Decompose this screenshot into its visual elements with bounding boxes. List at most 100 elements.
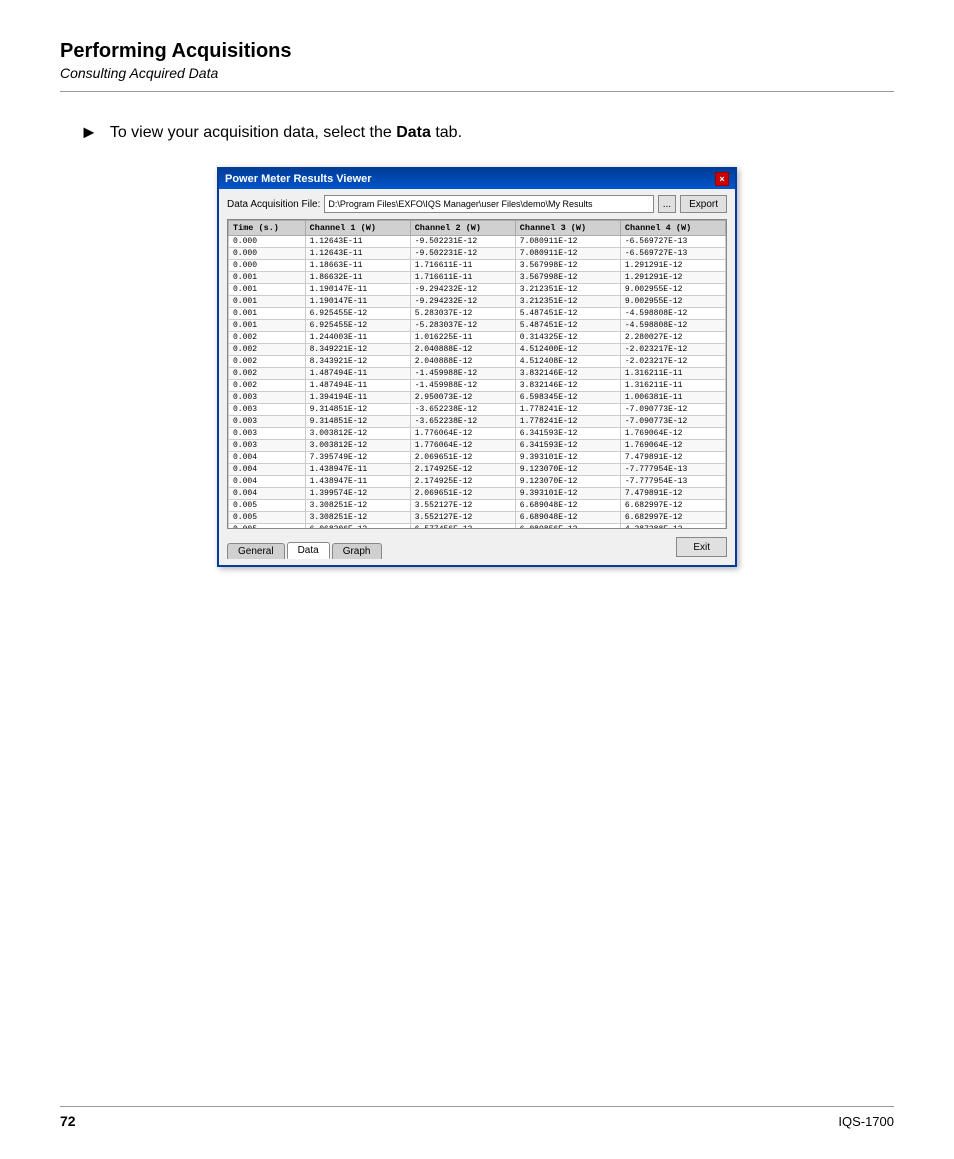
table-body: 0.0001.12643E-11-9.502231E-127.080911E-1… (229, 236, 726, 530)
table-cell: 3.212351E-12 (515, 296, 620, 308)
table-cell: 6.089856E-12 (515, 524, 620, 530)
table-row: 0.0028.349221E-122.040888E-124.512400E-1… (229, 344, 726, 356)
table-cell: 6.925455E-12 (305, 308, 410, 320)
table-cell: 6.689048E-12 (515, 512, 620, 524)
table-cell: -7.777954E-13 (620, 464, 725, 476)
table-cell: -3.652238E-12 (410, 404, 515, 416)
page-header: Performing Acquisitions Consulting Acqui… (60, 40, 894, 81)
browse-button[interactable]: ... (658, 195, 676, 213)
table-cell: 6.682997E-12 (620, 512, 725, 524)
table-cell: 9.314851E-12 (305, 404, 410, 416)
power-meter-window: Power Meter Results Viewer × Data Acquis… (217, 167, 737, 567)
table-cell: 1.716611E-11 (410, 272, 515, 284)
table-column-header: Channel 3 (W) (515, 221, 620, 236)
table-cell: 7.479891E-12 (620, 488, 725, 500)
table-cell: 9.002955E-12 (620, 284, 725, 296)
table-row: 0.0039.314851E-12-3.652238E-121.778241E-… (229, 416, 726, 428)
table-cell: 3.832146E-12 (515, 368, 620, 380)
table-row: 0.0011.86632E-111.716611E-113.567998E-12… (229, 272, 726, 284)
table-cell: 1.778241E-12 (515, 404, 620, 416)
table-cell: -6.569727E-13 (620, 236, 725, 248)
table-cell: 2.069651E-12 (410, 488, 515, 500)
tab-general[interactable]: General (227, 543, 285, 559)
table-row: 0.0028.343921E-122.040888E-124.512408E-1… (229, 356, 726, 368)
table-cell: 2.069651E-12 (410, 452, 515, 464)
instruction-text-after: tab. (431, 124, 462, 141)
page-footer: 72 IQS-1700 (60, 1106, 894, 1129)
table-cell: 2.040888E-12 (410, 344, 515, 356)
table-cell: 6.925455E-12 (305, 320, 410, 332)
window-close-button[interactable]: × (715, 172, 729, 186)
table-row: 0.0016.925455E-12-5.283037E-125.487451E-… (229, 320, 726, 332)
table-cell: 1.12643E-11 (305, 236, 410, 248)
table-cell: 3.308251E-12 (305, 500, 410, 512)
table-cell: 0.314325E-12 (515, 332, 620, 344)
table-cell: 1.190147E-11 (305, 284, 410, 296)
table-cell: 4.512400E-12 (515, 344, 620, 356)
table-cell: 3.567998E-12 (515, 272, 620, 284)
table-row: 0.0021.244003E-111.016225E-110.314325E-1… (229, 332, 726, 344)
table-cell: 0.002 (229, 332, 306, 344)
table-cell: 1.18663E-11 (305, 260, 410, 272)
footer-page-number: 72 (60, 1113, 76, 1129)
table-cell: 9.393101E-12 (515, 452, 620, 464)
window-title-text: Power Meter Results Viewer (225, 173, 372, 185)
bottom-area: GeneralDataGraph Exit (227, 533, 727, 559)
table-cell: 3.003812E-12 (305, 428, 410, 440)
table-cell: 3.212351E-12 (515, 284, 620, 296)
table-cell: 1.291291E-12 (620, 272, 725, 284)
table-cell: 0.005 (229, 512, 306, 524)
table-cell: 6.341593E-12 (515, 428, 620, 440)
table-row: 0.0031.394194E-112.950073E-126.598345E-1… (229, 392, 726, 404)
instruction-bold: Data (396, 124, 431, 141)
page-title: Performing Acquisitions (60, 40, 894, 63)
header-divider (60, 91, 894, 92)
table-cell: -1.459988E-12 (410, 380, 515, 392)
table-cell: -9.502231E-12 (410, 236, 515, 248)
table-cell: 0.004 (229, 488, 306, 500)
table-cell: 0.001 (229, 284, 306, 296)
file-path-input[interactable] (324, 195, 653, 213)
table-cell: 6.341593E-12 (515, 440, 620, 452)
table-cell: 7.395749E-12 (305, 452, 410, 464)
table-cell: 0.000 (229, 236, 306, 248)
table-cell: 6.689048E-12 (515, 500, 620, 512)
table-column-header: Channel 4 (W) (620, 221, 725, 236)
table-row: 0.0047.395749E-122.069651E-129.393101E-1… (229, 452, 726, 464)
table-cell: 9.393101E-12 (515, 488, 620, 500)
table-column-header: Channel 2 (W) (410, 221, 515, 236)
table-cell: 1.778241E-12 (515, 416, 620, 428)
table-cell: 9.314851E-12 (305, 416, 410, 428)
table-cell: 2.040888E-12 (410, 356, 515, 368)
export-button[interactable]: Export (680, 195, 727, 213)
table-cell: 0.003 (229, 404, 306, 416)
table-cell: 9.002955E-12 (620, 296, 725, 308)
table-cell: 9.123070E-12 (515, 464, 620, 476)
table-cell: -9.294232E-12 (410, 284, 515, 296)
table-cell: 7.479891E-12 (620, 452, 725, 464)
table-row: 0.0041.399574E-122.069651E-129.393101E-1… (229, 488, 726, 500)
table-cell: 0.004 (229, 452, 306, 464)
table-row: 0.0001.12643E-11-9.502231E-127.080911E-1… (229, 248, 726, 260)
table-cell: 1.016225E-11 (410, 332, 515, 344)
table-cell: 1.394194E-11 (305, 392, 410, 404)
table-column-header: Time (s.) (229, 221, 306, 236)
table-cell: 0.003 (229, 428, 306, 440)
data-table-container: Time (s.)Channel 1 (W)Channel 2 (W)Chann… (227, 219, 727, 529)
table-row: 0.0011.190147E-11-9.294232E-123.212351E-… (229, 284, 726, 296)
table-cell: 3.552127E-12 (410, 500, 515, 512)
table-cell: -7.090773E-12 (620, 404, 725, 416)
page-subtitle: Consulting Acquired Data (60, 65, 894, 81)
tab-data[interactable]: Data (287, 542, 330, 559)
table-cell: 3.832146E-12 (515, 380, 620, 392)
tab-bar: GeneralDataGraph (227, 542, 382, 559)
tab-graph[interactable]: Graph (332, 543, 382, 559)
table-cell: 2.174925E-12 (410, 476, 515, 488)
table-cell: -9.294232E-12 (410, 296, 515, 308)
table-cell: 1.244003E-11 (305, 332, 410, 344)
table-cell: 1.776064E-12 (410, 440, 515, 452)
table-cell: 0.003 (229, 416, 306, 428)
table-cell: 8.349221E-12 (305, 344, 410, 356)
exit-button[interactable]: Exit (676, 537, 727, 557)
table-cell: -1.459988E-12 (410, 368, 515, 380)
